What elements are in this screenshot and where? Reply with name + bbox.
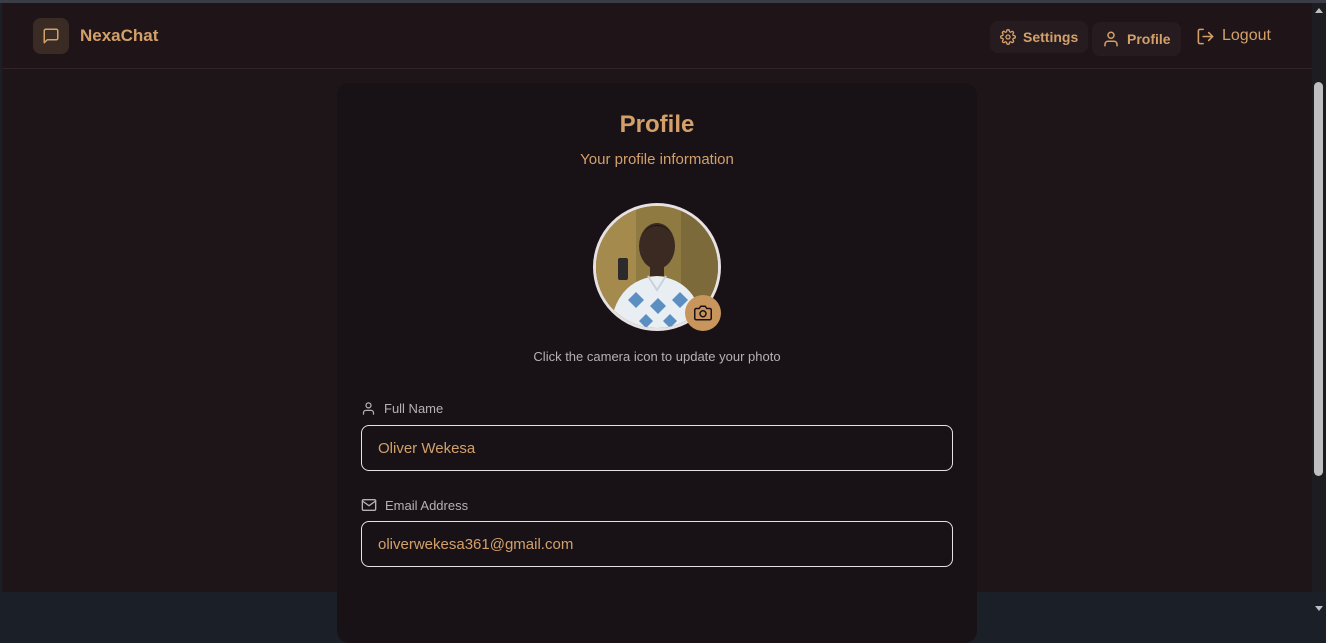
- email-value: oliverwekesa361@gmail.com: [378, 535, 574, 553]
- settings-label: Settings: [1023, 29, 1079, 45]
- change-photo-button[interactable]: [685, 295, 721, 331]
- email-label-text: Email Address: [385, 497, 469, 513]
- user-icon: [362, 402, 375, 415]
- profile-button[interactable]: Profile: [1092, 22, 1181, 56]
- scroll-up-arrow[interactable]: [1315, 8, 1323, 13]
- brand[interactable]: NexaChat: [33, 18, 158, 54]
- full-name-label: Full Name: [361, 401, 443, 416]
- brand-logo: [33, 18, 69, 54]
- full-name-value: Oliver Wekesa: [378, 439, 476, 457]
- user-icon: [1104, 31, 1118, 47]
- full-name-label-text: Full Name: [384, 401, 444, 416]
- scrollbar-thumb[interactable]: [1314, 82, 1323, 476]
- navbar: NexaChat Settings Profile Logout: [2, 3, 1312, 69]
- settings-button[interactable]: Settings: [990, 21, 1089, 53]
- profile-label: Profile: [1127, 31, 1171, 47]
- message-square-icon: [43, 28, 59, 44]
- page-subtitle: Your profile information: [580, 151, 734, 168]
- gear-icon: [1000, 29, 1016, 45]
- camera-icon: [694, 305, 712, 321]
- scroll-down-arrow[interactable]: [1315, 606, 1323, 611]
- full-name-field[interactable]: Oliver Wekesa: [361, 425, 953, 471]
- mail-icon: [361, 499, 377, 511]
- logout-button[interactable]: Logout: [1186, 20, 1281, 52]
- page-title: Profile: [619, 111, 695, 138]
- brand-name: NexaChat: [80, 26, 159, 45]
- logout-icon: [1197, 28, 1214, 44]
- avatar-container: [593, 203, 721, 331]
- logout-label: Logout: [1222, 27, 1271, 44]
- profile-card: Profile Your profile information Click t…: [337, 83, 977, 643]
- email-label: Email Address: [361, 497, 468, 513]
- photo-hint: Click the camera icon to update your pho…: [533, 349, 781, 364]
- email-field[interactable]: oliverwekesa361@gmail.com: [361, 521, 953, 567]
